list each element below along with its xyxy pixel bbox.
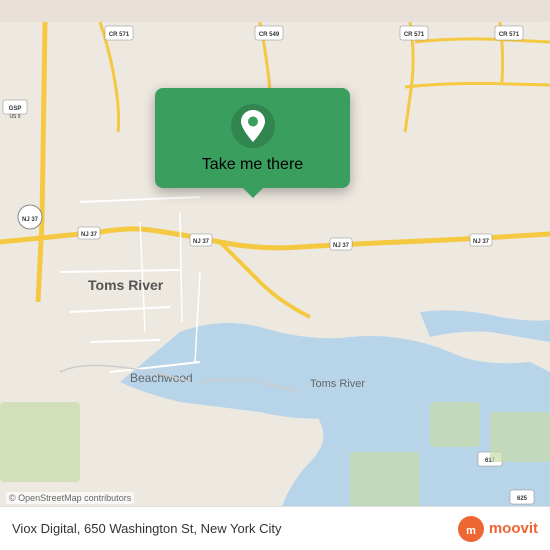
take-me-there-button[interactable]: Take me there [202,156,303,174]
directions-popup[interactable]: Take me there [155,88,350,188]
svg-text:CR 571: CR 571 [404,32,425,38]
svg-text:CR 571: CR 571 [109,32,130,38]
moovit-logo-text: moovit [489,520,538,537]
svg-text:NJ 37: NJ 37 [473,239,490,245]
svg-text:m: m [466,525,476,537]
address-text: Viox Digital, 650 Washington St, New Yor… [12,521,282,536]
moovit-logo: m moovit [457,515,538,543]
svg-text:NJ 37: NJ 37 [22,217,39,223]
svg-text:CR 549: CR 549 [259,32,280,38]
svg-text:625: 625 [517,496,528,502]
svg-text:Toms River: Toms River [88,277,164,293]
map-container: NJ 37 CR 571 CR 549 CR 571 CR 571 GSP US… [0,0,550,550]
attribution-text: © OpenStreetMap contributors [9,493,131,503]
svg-text:NJ 37: NJ 37 [333,243,350,249]
svg-text:NJ 37: NJ 37 [81,232,98,238]
svg-text:CR 571: CR 571 [499,32,520,38]
bottom-bar: Viox Digital, 650 Washington St, New Yor… [0,506,550,550]
map-background: NJ 37 CR 571 CR 549 CR 571 CR 571 GSP US… [0,0,550,550]
svg-text:Beachwood: Beachwood [130,371,193,385]
svg-text:NJ 37: NJ 37 [193,239,210,245]
svg-text:GSP: GSP [9,106,22,112]
svg-text:US 9: US 9 [9,114,20,120]
location-pin-icon [231,104,275,148]
svg-text:Toms River: Toms River [310,378,365,390]
map-attribution: © OpenStreetMap contributors [6,492,134,504]
moovit-icon: m [457,515,485,543]
